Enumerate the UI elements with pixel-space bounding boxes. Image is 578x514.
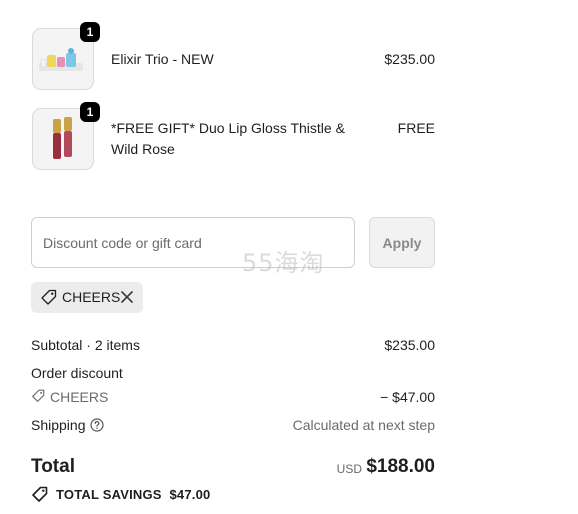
applied-code-label: CHEERS — [62, 289, 121, 305]
total-value: $188.00 — [366, 456, 435, 477]
quantity-badge: 1 — [80, 102, 100, 122]
tag-icon — [41, 289, 57, 305]
subtotal-value: $235.00 — [384, 337, 435, 353]
help-circle-icon[interactable] — [90, 418, 104, 432]
order-discount-label: Order discount — [31, 365, 123, 381]
shipping-label: Shipping — [31, 417, 86, 433]
total-label: Total — [31, 456, 75, 477]
discount-code-label: CHEERS — [50, 389, 109, 405]
product-name: *FREE GIFT* Duo Lip Gloss Thistle & Wild… — [111, 120, 345, 157]
product-price: FREE — [397, 120, 435, 136]
quantity-badge: 1 — [80, 22, 100, 42]
shipping-value: Calculated at next step — [292, 417, 435, 433]
total-savings: TOTAL SAVINGS $47.00 — [56, 487, 210, 502]
subtotal-label: Subtotal · 2 items — [31, 337, 140, 353]
currency-code: USD — [336, 462, 362, 476]
discount-value: − $47.00 — [380, 389, 435, 405]
tag-icon — [32, 389, 45, 402]
tag-icon — [32, 486, 48, 502]
applied-discount-chip: CHEERS — [31, 282, 143, 313]
product-price: $235.00 — [384, 51, 435, 67]
watermark: 55海淘 — [242, 249, 325, 277]
close-icon[interactable] — [118, 288, 136, 306]
total-savings-value: $47.00 — [169, 487, 211, 502]
apply-button[interactable]: Apply — [369, 217, 435, 268]
product-name: Elixir Trio - NEW — [111, 51, 214, 67]
total-savings-label: TOTAL SAVINGS — [56, 487, 162, 502]
